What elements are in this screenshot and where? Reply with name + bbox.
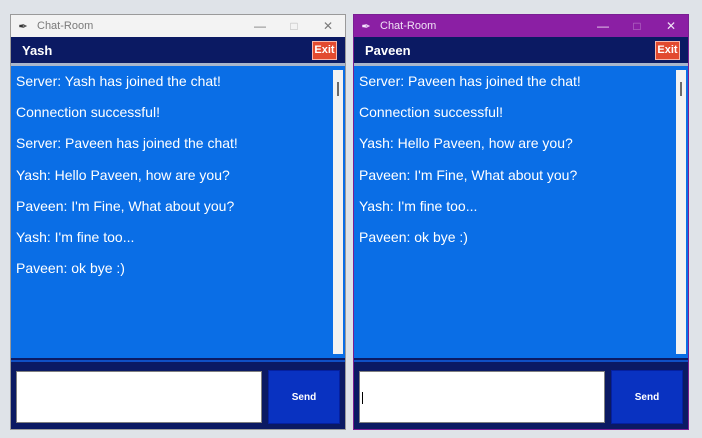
- window-title: Chat-Room: [37, 20, 94, 32]
- message-input[interactable]: [16, 371, 262, 423]
- message: Server: Paveen has joined the chat!: [16, 135, 238, 152]
- message-log[interactable]: Server: Yash has joined the chat! Connec…: [11, 66, 345, 358]
- message-input[interactable]: [359, 371, 605, 423]
- text-cursor: [362, 392, 363, 404]
- vertical-scrollbar[interactable]: [333, 70, 343, 354]
- chat-header: Paveen Exit: [354, 37, 688, 63]
- username-label: Paveen: [365, 42, 411, 58]
- message: Server: Yash has joined the chat!: [16, 73, 221, 89]
- message: Paveen: ok bye :): [16, 260, 125, 277]
- feather-icon: ✒: [18, 20, 28, 33]
- message: Server: Paveen has joined the chat!: [359, 73, 581, 89]
- message-log[interactable]: Server: Paveen has joined the chat! Conn…: [354, 66, 688, 358]
- window-title: Chat-Room: [380, 20, 437, 32]
- message: Connection successful!: [359, 104, 503, 121]
- message: Connection successful!: [16, 104, 160, 121]
- feather-icon: ✒: [361, 20, 371, 33]
- chat-header: Yash Exit: [11, 37, 345, 63]
- exit-button[interactable]: Exit: [655, 40, 680, 60]
- maximize-icon: □: [633, 19, 641, 33]
- message: Yash: I'm fine too...: [16, 228, 135, 245]
- minimize-icon[interactable]: —: [586, 15, 620, 37]
- username-label: Yash: [22, 42, 53, 58]
- maximize-icon: □: [290, 19, 298, 33]
- chat-window-paveen: ✒ Chat-Room — □ ✕ Paveen Exit Server: Pa…: [353, 14, 689, 430]
- message: Yash: Hello Paveen, how are you?: [359, 135, 573, 152]
- scrollbar-thumb[interactable]: [680, 82, 682, 96]
- window-titlebar[interactable]: ✒ Chat-Room — □ ✕: [11, 15, 345, 37]
- minimize-icon[interactable]: —: [243, 15, 277, 37]
- scrollbar-thumb[interactable]: [337, 82, 339, 96]
- send-button[interactable]: Send: [611, 370, 683, 424]
- compose-bar: Send: [11, 360, 345, 429]
- message: Paveen: I'm Fine, What about you?: [16, 197, 235, 214]
- vertical-scrollbar[interactable]: [676, 70, 686, 354]
- close-icon[interactable]: ✕: [311, 15, 345, 37]
- exit-button[interactable]: Exit: [312, 40, 337, 60]
- window-titlebar[interactable]: ✒ Chat-Room — □ ✕: [354, 15, 688, 37]
- send-button[interactable]: Send: [268, 370, 340, 424]
- close-icon[interactable]: ✕: [654, 15, 688, 37]
- message: Paveen: ok bye :): [359, 228, 468, 245]
- compose-bar: Send: [354, 360, 688, 429]
- chat-window-yash: ✒ Chat-Room — □ ✕ Yash Exit Server: Yash…: [10, 14, 346, 430]
- message: Paveen: I'm Fine, What about you?: [359, 166, 578, 183]
- message: Yash: Hello Paveen, how are you?: [16, 166, 230, 183]
- message: Yash: I'm fine too...: [359, 197, 478, 214]
